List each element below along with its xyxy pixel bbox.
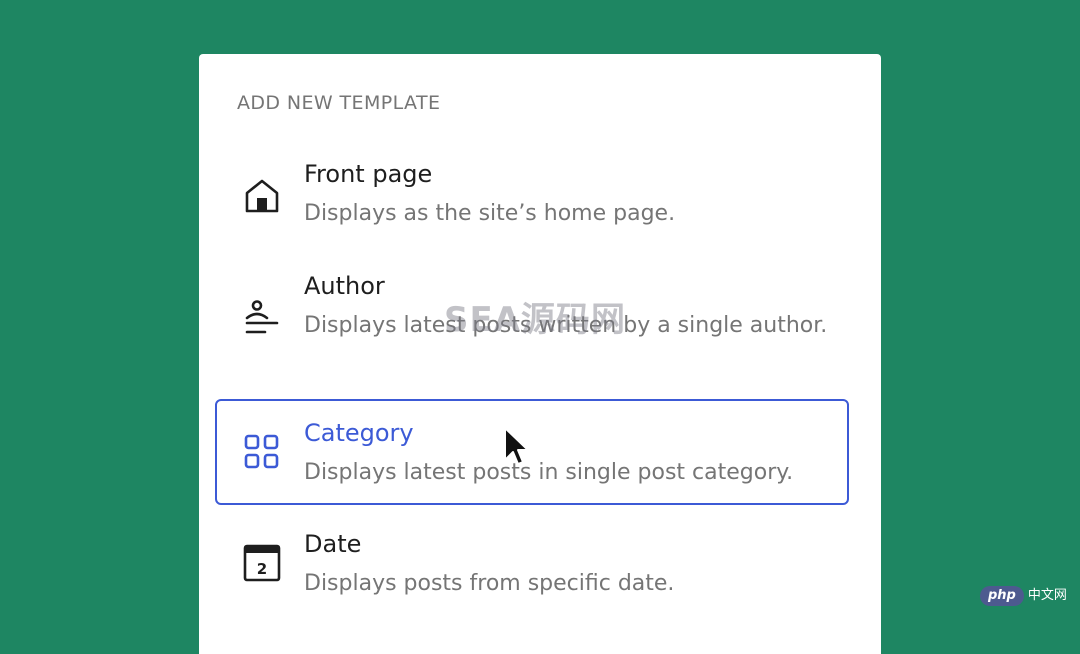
template-item-title: Author <box>304 272 385 300</box>
calendar-day-number: 2 <box>257 560 267 578</box>
template-item-front-page[interactable]: Front page Displays as the site’s home p… <box>215 150 849 250</box>
template-item-description: Displays as the site’s home page. <box>304 201 676 226</box>
template-item-title: Front page <box>304 160 433 188</box>
dialog-heading: ADD NEW TEMPLATE <box>237 92 441 114</box>
template-item-description: Displays posts from specific date. <box>304 571 675 596</box>
add-template-dialog: ADD NEW TEMPLATE Front page Displays as … <box>199 54 881 654</box>
template-item-date[interactable]: 2 Date Displays posts from specific date… <box>215 520 849 620</box>
watermark-badge: php <box>980 586 1024 606</box>
template-item-title: Date <box>304 530 362 558</box>
watermark-label: 中文网 <box>1027 588 1067 603</box>
template-item-title: Category <box>304 419 414 447</box>
template-item-description: Displays latest posts in single post cat… <box>304 460 794 485</box>
watermark-text: SEA源码网 <box>444 300 627 340</box>
corner-watermark: php 中文网 <box>980 584 1067 608</box>
mouse-cursor-icon <box>504 427 529 465</box>
author-icon <box>243 300 281 338</box>
category-icon <box>243 433 281 471</box>
template-item-category[interactable]: Category Displays latest posts in single… <box>215 399 849 505</box>
calendar-icon: 2 <box>243 544 281 582</box>
home-icon <box>243 177 281 215</box>
